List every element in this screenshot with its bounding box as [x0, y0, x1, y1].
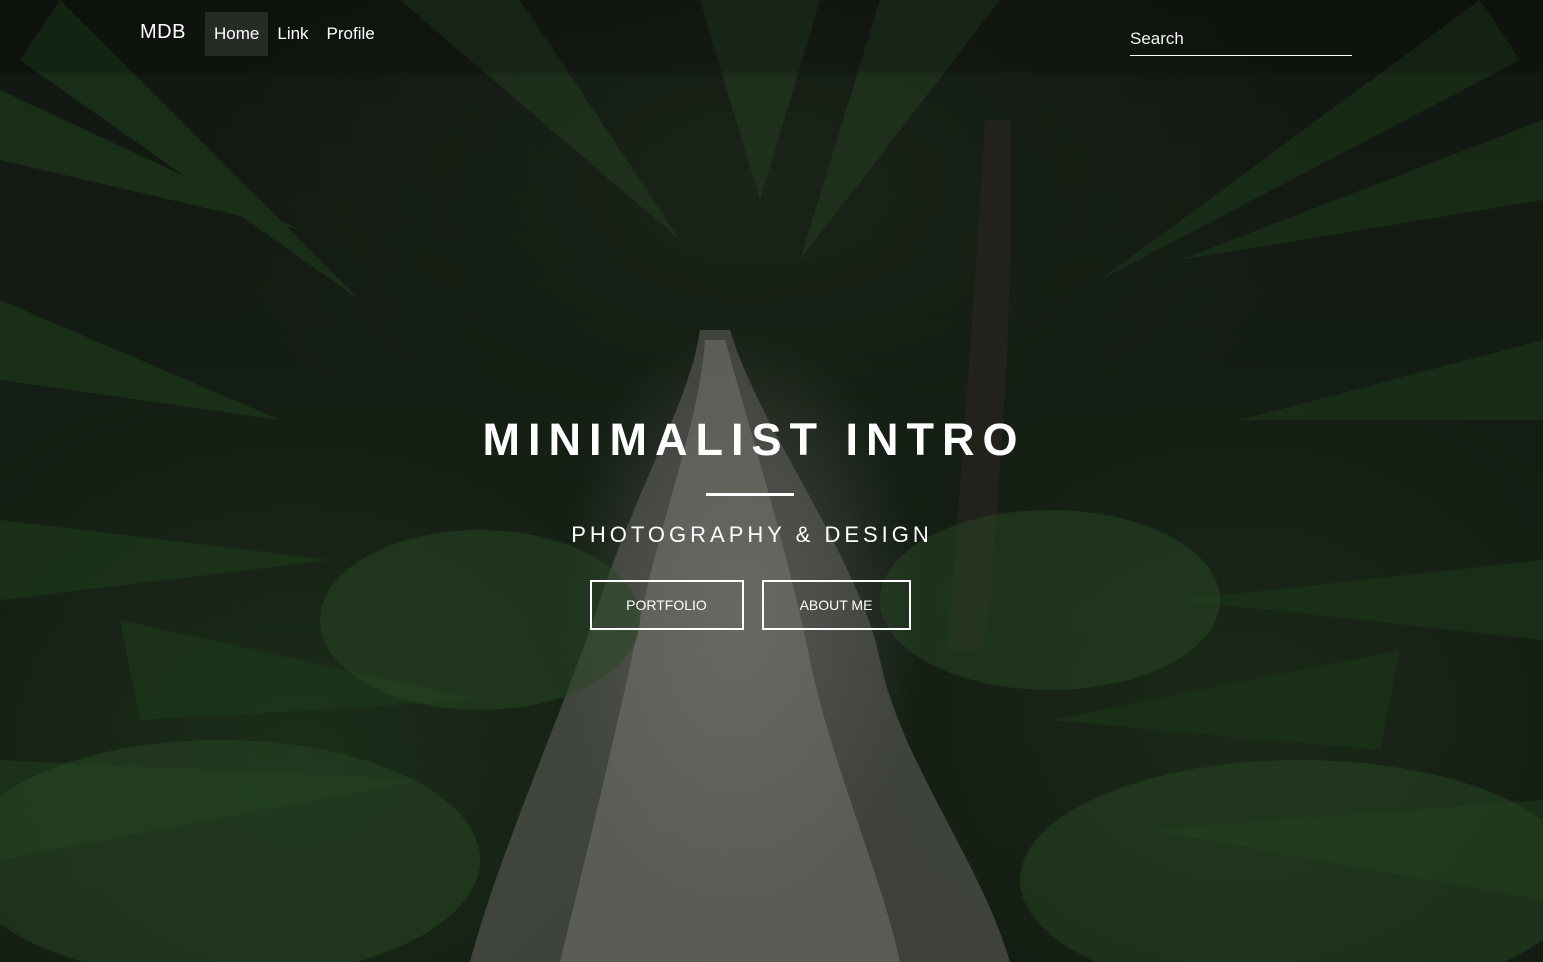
nav-link-link[interactable]: Link: [268, 12, 317, 56]
hero-subtitle: PHOTOGRAPHY & DESIGN: [571, 522, 933, 547]
hero-section: MINIMALIST INTRO PHOTOGRAPHY & DESIGN PO…: [0, 412, 1500, 630]
hero-divider: [706, 493, 794, 496]
landing-page: MDB Home Link Profile MINIMALIST INTRO P…: [0, 0, 1543, 962]
hero-buttons: PORTFOLIO ABOUT ME: [0, 580, 1500, 630]
portfolio-button[interactable]: PORTFOLIO: [589, 580, 744, 630]
search-input[interactable]: [1130, 22, 1352, 56]
nav-links: Home Link Profile: [205, 12, 384, 56]
about-me-button[interactable]: ABOUT ME: [761, 580, 911, 630]
nav-link-profile[interactable]: Profile: [318, 12, 384, 56]
top-navbar: MDB Home Link Profile: [0, 0, 1543, 70]
nav-link-home[interactable]: Home: [205, 12, 269, 56]
brand-logo[interactable]: MDB: [140, 21, 186, 44]
hero-title: MINIMALIST INTRO: [482, 414, 1026, 465]
